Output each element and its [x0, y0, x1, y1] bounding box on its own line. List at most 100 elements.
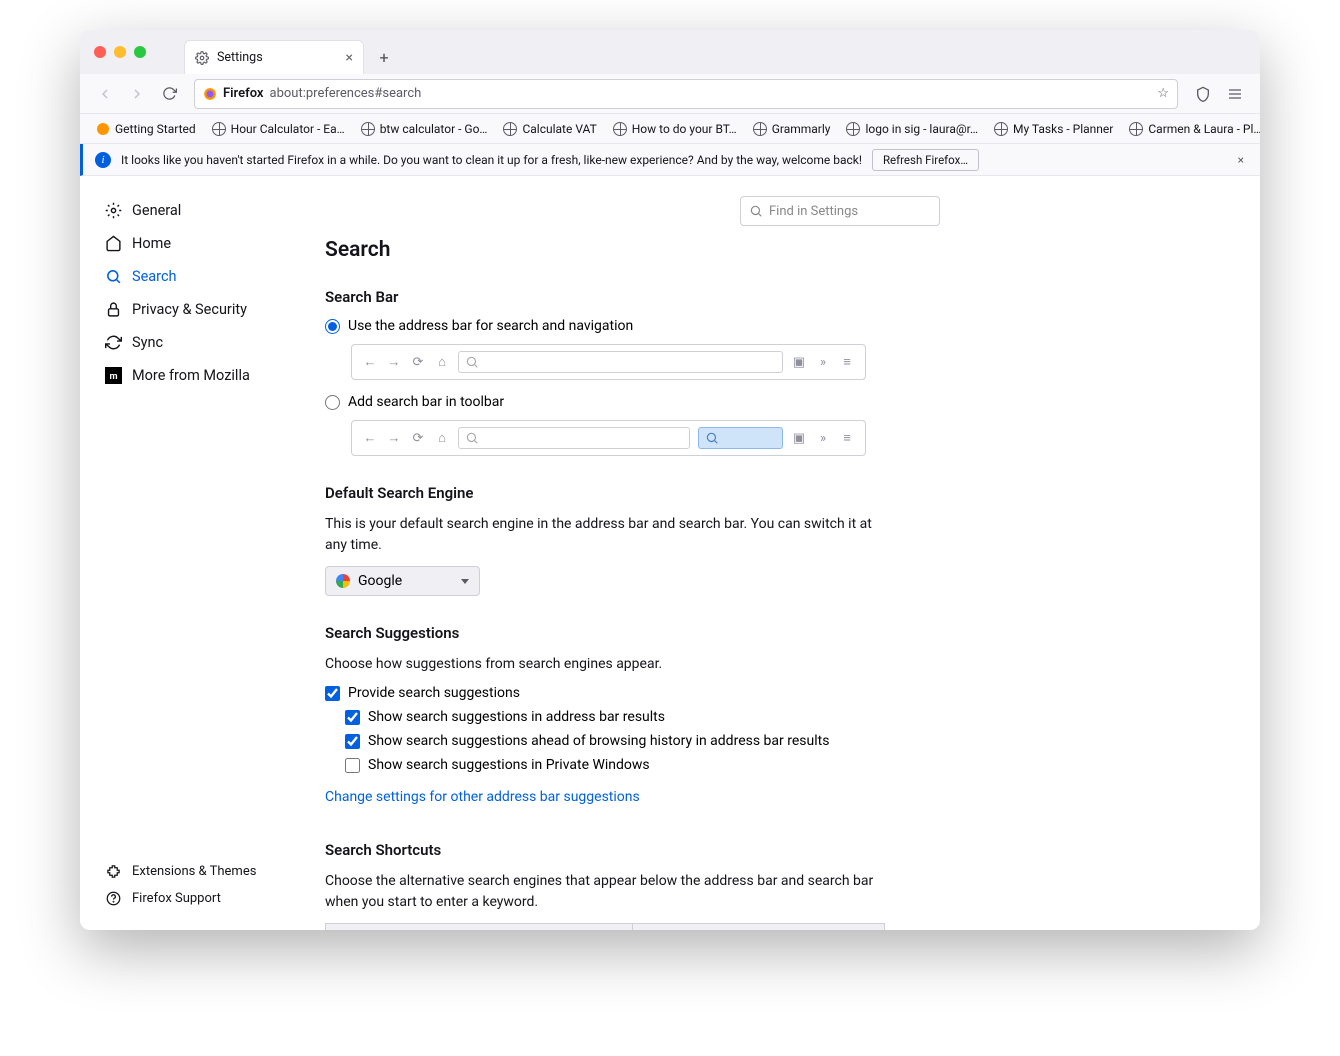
mock-urlbar — [458, 427, 690, 449]
sidebar-item-privacy[interactable]: Privacy & Security — [80, 293, 295, 326]
bookmarks-bar: Getting Started Hour Calculator - Ea… bt… — [80, 114, 1260, 144]
home-icon: ⌂ — [434, 354, 450, 370]
mock-searchbox — [698, 427, 783, 449]
globe-icon — [361, 122, 375, 136]
url-path: about:preferences#search — [270, 86, 422, 101]
find-placeholder: Find in Settings — [769, 204, 858, 219]
new-tab-button[interactable]: + — [370, 43, 398, 71]
table-header: Search Engine Keyword — [326, 924, 884, 930]
mock-urlbar — [458, 351, 783, 373]
suggestions-heading: Search Suggestions — [325, 624, 1220, 642]
window-controls — [80, 46, 146, 58]
lock-icon — [104, 301, 122, 318]
back-icon: ← — [362, 430, 378, 446]
close-window[interactable] — [94, 46, 106, 58]
preferences-content: General Home Search Privacy & Security S… — [80, 176, 1260, 930]
sidebar-item-search[interactable]: Search — [80, 260, 295, 293]
hamburger-menu-icon[interactable] — [1220, 79, 1250, 109]
svg-text:m: m — [109, 371, 117, 382]
tab-title: Settings — [217, 50, 263, 65]
shortcuts-heading: Search Shortcuts — [325, 841, 1220, 859]
bookmark-item[interactable]: Getting Started — [90, 120, 202, 138]
bookmark-item[interactable]: Carmen & Laura - Pl… — [1123, 120, 1260, 138]
bookmark-item[interactable]: My Tasks - Planner — [988, 120, 1119, 138]
cb-show-in-addressbar[interactable]: Show search suggestions in address bar r… — [345, 709, 1220, 725]
bookmark-item[interactable]: Hour Calculator - Ea… — [206, 120, 351, 138]
radio-input[interactable] — [325, 319, 340, 334]
bookmark-item[interactable]: btw calculator - Go… — [355, 120, 494, 138]
bookmark-item[interactable]: Calculate VAT — [497, 120, 602, 138]
reload-button[interactable] — [154, 79, 184, 109]
minimize-window[interactable] — [114, 46, 126, 58]
shortcuts-desc: Choose the alternative search engines th… — [325, 871, 885, 913]
addressbar-illustration: ← → ⟳ ⌂ ▣ » ≡ — [351, 344, 866, 380]
tab-settings[interactable]: Settings × — [184, 40, 364, 74]
menu-icon: ≡ — [839, 354, 855, 370]
url-bar[interactable]: Firefox about:preferences#search ☆ — [194, 79, 1178, 109]
forward-icon: → — [386, 430, 402, 446]
shortcuts-table: Search Engine Keyword — [325, 923, 885, 930]
close-tab-icon[interactable]: × — [346, 50, 353, 66]
search-icon — [749, 204, 763, 218]
search-icon — [104, 268, 122, 285]
globe-icon — [753, 122, 767, 136]
globe-icon — [212, 122, 226, 136]
back-button[interactable] — [90, 79, 120, 109]
preferences-main: Find in Settings Search Search Bar Use t… — [295, 176, 1260, 930]
sidebar-icon: ▣ — [791, 355, 807, 370]
firefox-logo-icon — [203, 87, 217, 101]
google-icon — [336, 574, 350, 588]
overflow-icon: » — [815, 355, 831, 370]
default-engine-desc: This is your default search engine in th… — [325, 514, 885, 556]
page-title: Search — [325, 238, 1220, 262]
sidebar-item-sync[interactable]: Sync — [80, 326, 295, 359]
globe-icon — [846, 122, 860, 136]
col-search-engine: Search Engine — [326, 924, 633, 930]
notification-text: It looks like you haven't started Firefo… — [121, 153, 862, 167]
gear-icon — [104, 202, 122, 219]
browser-window: Settings × + Firefox about:preferences#s… — [80, 30, 1260, 930]
reload-icon: ⟳ — [410, 355, 426, 370]
sidebar-item-general[interactable]: General — [80, 194, 295, 227]
bookmark-item[interactable]: Grammarly — [747, 120, 837, 138]
radio-use-addressbar[interactable]: Use the address bar for search and navig… — [325, 318, 1220, 334]
forward-icon: → — [386, 354, 402, 370]
radio-add-searchbar[interactable]: Add search bar in toolbar — [325, 394, 1220, 410]
default-engine-heading: Default Search Engine — [325, 484, 1220, 502]
gear-icon — [195, 51, 209, 65]
sidebar-icon: ▣ — [791, 431, 807, 446]
refresh-firefox-button[interactable]: Refresh Firefox… — [872, 149, 979, 171]
bookmark-item[interactable]: How to do your BT… — [607, 120, 743, 138]
tab-strip: Settings × + — [184, 30, 404, 74]
cb-private-windows[interactable]: Show search suggestions in Private Windo… — [345, 757, 1220, 773]
sidebar-footer-support[interactable]: Firefox Support — [80, 885, 280, 912]
sidebar-item-more[interactable]: mMore from Mozilla — [80, 359, 295, 392]
maximize-window[interactable] — [134, 46, 146, 58]
find-in-settings-input[interactable]: Find in Settings — [740, 196, 940, 226]
sidebar-footer-extensions[interactable]: Extensions & Themes — [80, 858, 280, 885]
dismiss-notification-icon[interactable]: × — [1234, 153, 1248, 167]
globe-icon — [994, 122, 1008, 136]
suggestions-desc: Choose how suggestions from search engin… — [325, 654, 885, 675]
bookmark-item[interactable]: logo in sig - laura@r… — [840, 120, 984, 138]
globe-icon — [1129, 122, 1143, 136]
preferences-sidebar: General Home Search Privacy & Security S… — [80, 176, 295, 930]
overflow-icon: » — [815, 431, 831, 446]
cb-provide-suggestions[interactable]: Provide search suggestions — [325, 685, 1220, 701]
reload-icon: ⟳ — [410, 431, 426, 446]
default-engine-select[interactable]: Google — [325, 566, 480, 596]
globe-icon — [613, 122, 627, 136]
searchbar-illustration: ← → ⟳ ⌂ ▣ » ≡ — [351, 420, 866, 456]
sidebar-item-home[interactable]: Home — [80, 227, 295, 260]
forward-button[interactable] — [122, 79, 152, 109]
bookmark-star-icon[interactable]: ☆ — [1157, 86, 1169, 101]
pocket-icon[interactable] — [1188, 79, 1218, 109]
url-identity: Firefox — [223, 86, 264, 101]
radio-input[interactable] — [325, 395, 340, 410]
titlebar: Settings × + — [80, 30, 1260, 74]
puzzle-icon — [104, 864, 122, 879]
link-change-addressbar-settings[interactable]: Change settings for other address bar su… — [325, 789, 640, 805]
cb-show-ahead-history[interactable]: Show search suggestions ahead of browsin… — [345, 733, 1220, 749]
navbar: Firefox about:preferences#search ☆ — [80, 74, 1260, 114]
sync-icon — [104, 334, 122, 351]
